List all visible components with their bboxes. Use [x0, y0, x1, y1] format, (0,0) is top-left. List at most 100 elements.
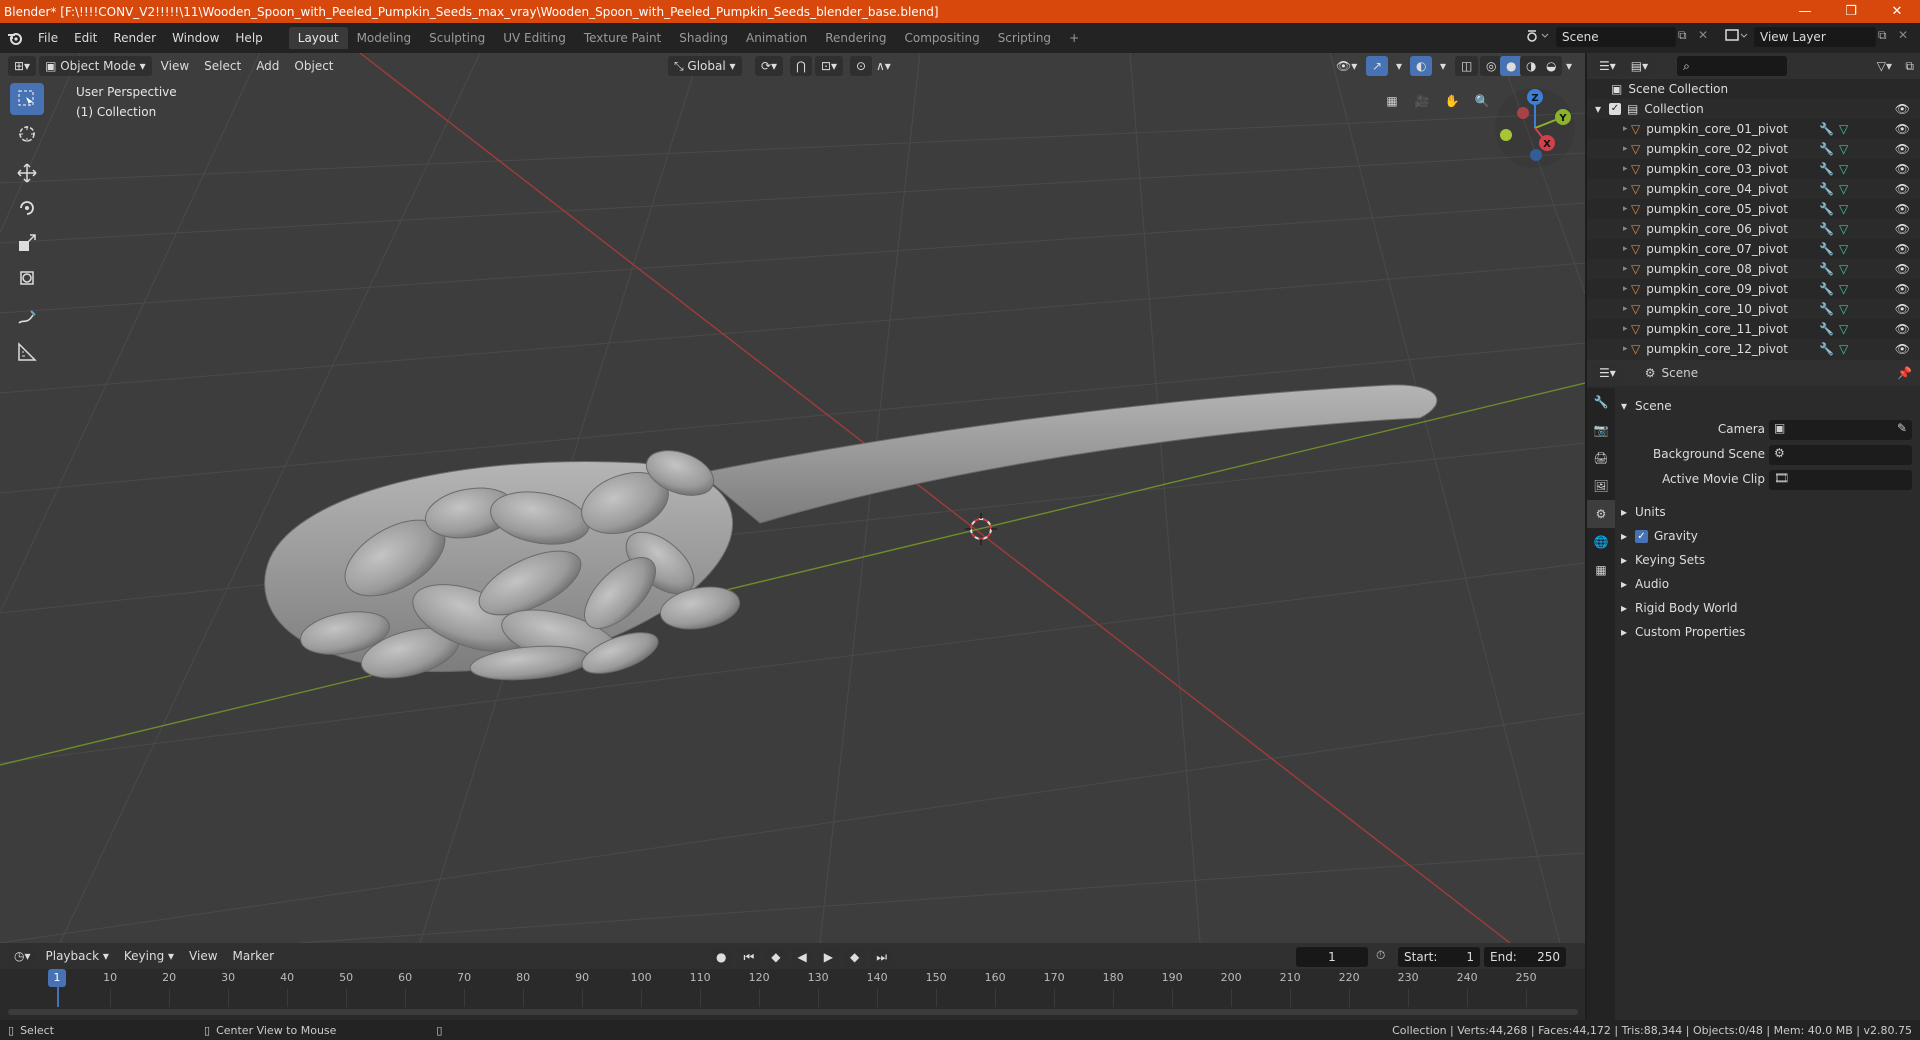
timeline-menu-marker[interactable]: Marker	[227, 946, 280, 966]
expand-arrow-icon[interactable]: ▸	[1623, 244, 1628, 254]
timeline-scrollbar[interactable]	[8, 1009, 1578, 1015]
expand-arrow-icon[interactable]: ▸	[1623, 284, 1628, 294]
3d-viewport[interactable]: ⊞▾ ▣ Object Mode ▾ View Select Add Objec…	[0, 53, 1585, 943]
modifier-wrench-icon[interactable]: 🔧	[1819, 142, 1834, 156]
tab-uv-editing[interactable]: UV Editing	[494, 27, 575, 49]
modifier-wrench-icon[interactable]: 🔧	[1819, 342, 1834, 356]
visibility-eye-icon[interactable]: 👁	[1895, 302, 1910, 316]
modifier-wrench-icon[interactable]: 🔧	[1819, 182, 1834, 196]
tab-shading[interactable]: Shading	[670, 27, 737, 49]
mesh-data-icon[interactable]: ▽	[1839, 302, 1848, 316]
audio-panel-header[interactable]: ▸ Audio	[1621, 574, 1669, 594]
mesh-data-icon[interactable]: ▽	[1839, 182, 1848, 196]
outliner-filter-icon[interactable]: ▽▾	[1877, 59, 1892, 73]
expand-arrow-icon[interactable]: ▸	[1623, 144, 1628, 154]
units-panel-header[interactable]: ▸ Units	[1621, 502, 1666, 522]
transform-tool-icon[interactable]	[10, 262, 44, 294]
modifier-wrench-icon[interactable]: 🔧	[1819, 222, 1834, 236]
camera-view-icon[interactable]: 🎥	[1410, 89, 1434, 113]
outliner-object-row[interactable]: ▸ ▽ pumpkin_core_02_pivot 🔧 ▽ 👁	[1587, 139, 1920, 159]
modifier-wrench-icon[interactable]: 🔧	[1819, 202, 1834, 216]
mesh-data-icon[interactable]: ▽	[1839, 282, 1848, 296]
scene-panel-header[interactable]: ▾ Scene	[1621, 396, 1672, 416]
modifier-wrench-icon[interactable]: 🔧	[1819, 242, 1834, 256]
gizmo-dropdown-icon[interactable]: ▾	[1390, 56, 1408, 76]
outliner-object-row[interactable]: ▸ ▽ pumpkin_core_01_pivot 🔧 ▽ 👁	[1587, 119, 1920, 139]
viewport-menu-select[interactable]: Select	[198, 56, 247, 76]
outliner-object-row[interactable]: ▸ ▽ pumpkin_core_03_pivot 🔧 ▽ 👁	[1587, 159, 1920, 179]
orientation-gizmo[interactable]: Z Y X	[1490, 83, 1580, 173]
xray-toggle-icon[interactable]: ◫	[1455, 56, 1479, 76]
view-layer-tab-icon[interactable]: 🖼	[1587, 472, 1615, 500]
play-icon[interactable]: ▶	[817, 947, 839, 967]
add-workspace-button[interactable]: +	[1060, 27, 1088, 49]
modifier-wrench-icon[interactable]: 🔧	[1819, 302, 1834, 316]
outliner-object-row[interactable]: ▸ ▽ pumpkin_core_08_pivot 🔧 ▽ 👁	[1587, 259, 1920, 279]
mesh-data-icon[interactable]: ▽	[1839, 122, 1848, 136]
new-collection-icon[interactable]: ⧉	[1905, 59, 1914, 74]
visibility-eye-icon[interactable]: 👁	[1895, 222, 1910, 236]
mesh-data-icon[interactable]: ▽	[1839, 202, 1848, 216]
tab-compositing[interactable]: Compositing	[895, 27, 988, 49]
editor-type-button[interactable]: ⊞▾	[8, 56, 37, 76]
overlays-toggle-icon[interactable]: ◐	[1410, 56, 1433, 76]
mesh-data-icon[interactable]: ▽	[1839, 142, 1848, 156]
view-layer-field[interactable]: View Layer	[1754, 27, 1876, 47]
jump-to-end-icon[interactable]: ⏭	[870, 947, 894, 967]
viewport-scene[interactable]	[0, 53, 1585, 943]
timeline-menu-view[interactable]: View	[183, 946, 223, 966]
outliner-object-row[interactable]: ▸ ▽ pumpkin_core_07_pivot 🔧 ▽ 👁	[1587, 239, 1920, 259]
expand-arrow-icon[interactable]: ▸	[1623, 224, 1628, 234]
maximize-button[interactable]: ❐	[1828, 0, 1874, 23]
viewport-menu-view[interactable]: View	[155, 56, 195, 76]
timeline-editor-type-icon[interactable]: ◷▾	[8, 946, 37, 966]
collection-expand-icon[interactable]: ▾	[1595, 102, 1609, 116]
visibility-eye-icon[interactable]: 👁	[1895, 202, 1910, 216]
modifier-wrench-icon[interactable]: 🔧	[1819, 162, 1834, 176]
remove-scene-icon[interactable]: ✕	[1698, 28, 1708, 42]
tab-animation[interactable]: Animation	[737, 27, 816, 49]
modifier-wrench-icon[interactable]: 🔧	[1819, 262, 1834, 276]
custom-properties-panel-header[interactable]: ▸ Custom Properties	[1621, 622, 1745, 642]
select-box-tool-icon[interactable]	[10, 83, 44, 115]
timeline-ruler[interactable]: 1 10 20 30 40 50 60 70 80 90 100 110 120 130 140 150 16…	[0, 969, 1585, 1009]
outliner-editor-type-icon[interactable]: ☰▾	[1593, 56, 1622, 76]
mesh-data-icon[interactable]: ▽	[1839, 222, 1848, 236]
tool-settings-tab-icon[interactable]: 🔧	[1587, 388, 1615, 416]
scene-field[interactable]: Scene	[1556, 27, 1676, 47]
rotate-tool-icon[interactable]	[10, 192, 44, 224]
gizmo-toggle-icon[interactable]: ↗	[1366, 56, 1389, 76]
keying-sets-panel-header[interactable]: ▸ Keying Sets	[1621, 550, 1705, 570]
snap-magnet-icon[interactable]: ⋂	[790, 56, 812, 76]
modifier-wrench-icon[interactable]: 🔧	[1819, 322, 1834, 336]
pivot-point-icon[interactable]: ⟳▾	[755, 56, 784, 76]
overlays-dropdown-icon[interactable]: ▾	[1434, 56, 1452, 76]
falloff-icon[interactable]: ∧▾	[870, 56, 897, 76]
start-frame-field[interactable]: Start: 1	[1398, 947, 1480, 967]
expand-arrow-icon[interactable]: ▸	[1623, 164, 1628, 174]
visibility-eye-icon[interactable]: 👁	[1895, 342, 1910, 356]
jump-to-keyframe-forward-icon[interactable]: ◆	[844, 947, 866, 967]
expand-arrow-icon[interactable]: ▸	[1623, 324, 1628, 334]
scene-collection-row[interactable]: ▣ Scene Collection	[1587, 79, 1920, 99]
tab-layout[interactable]: Layout	[288, 27, 348, 49]
mesh-data-icon[interactable]: ▽	[1839, 262, 1848, 276]
expand-arrow-icon[interactable]: ▸	[1623, 184, 1628, 194]
visibility-eye-icon[interactable]: 👁	[1895, 322, 1910, 336]
outliner-object-row[interactable]: ▸ ▽ pumpkin_core_10_pivot 🔧 ▽ 👁	[1587, 299, 1920, 319]
outliner-object-row[interactable]: ▸ ▽ pumpkin_core_04_pivot 🔧 ▽ 👁	[1587, 179, 1920, 199]
outliner-object-row[interactable]: ▸ ▽ pumpkin_core_09_pivot 🔧 ▽ 👁	[1587, 279, 1920, 299]
transform-orientation-dropdown[interactable]: ⤡ Global ▾	[668, 56, 742, 76]
proportional-edit-icon[interactable]: ⊙	[850, 56, 873, 76]
tab-sculpting[interactable]: Sculpting	[420, 27, 494, 49]
render-tab-icon[interactable]: 📷	[1587, 416, 1615, 444]
view-layer-icon[interactable]	[1724, 27, 1748, 48]
active-movie-clip-field[interactable]: 🎞	[1769, 470, 1912, 490]
blender-logo-icon[interactable]	[0, 30, 30, 46]
outliner-search-input[interactable]: ⌕	[1677, 56, 1788, 76]
collection-checkbox[interactable]: ✓	[1609, 103, 1621, 115]
visibility-eye-icon[interactable]: 👁	[1895, 242, 1910, 256]
remove-view-layer-icon[interactable]: ✕	[1898, 28, 1908, 42]
new-view-layer-icon[interactable]: ⧉	[1878, 28, 1887, 43]
scene-tab-icon[interactable]: ⚙	[1587, 500, 1615, 528]
